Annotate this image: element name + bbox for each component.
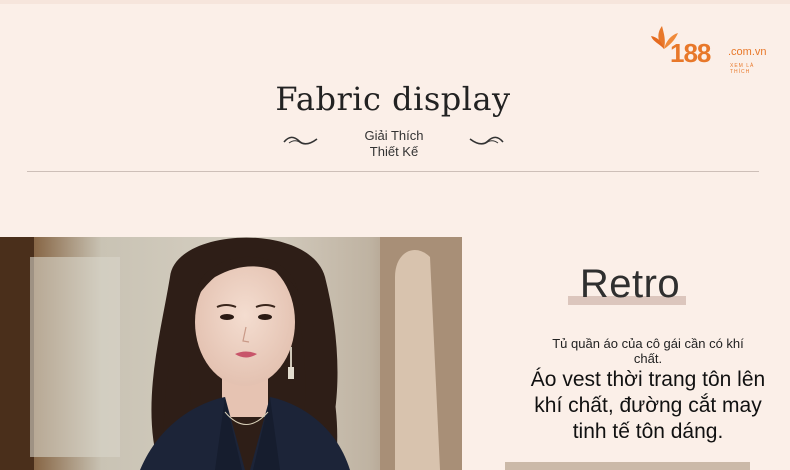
style-heading: Retro: [579, 262, 681, 306]
subtitle-line-1: Giải Thích: [364, 128, 424, 143]
next-image-edge: [505, 462, 750, 470]
ornament-swirl-left-icon: [283, 136, 318, 145]
header-divider: [27, 171, 759, 172]
brand-logo[interactable]: 188 .com.vn XEM LÀ THÍCH: [650, 22, 775, 75]
logo-number: 188: [670, 38, 711, 68]
top-edge-strip: [0, 0, 790, 4]
page-title: Fabric display: [275, 80, 511, 118]
section-subtitle: Giải Thích Thiết Kế: [346, 128, 442, 160]
ornament-swirl-right-icon: [469, 136, 504, 145]
model-illustration: [0, 237, 462, 470]
style-description: Áo vest thời trang tôn lên khí chất, đườ…: [530, 368, 766, 443]
product-photo: [0, 237, 462, 470]
subtitle-line-2: Thiết Kế: [369, 144, 419, 159]
logo-slogan: XEM LÀ THÍCH: [730, 63, 755, 75]
style-tagline: Tủ quần áo của cô gái cần có khí chất.: [552, 336, 744, 366]
logo-domain: .com.vn: [728, 46, 767, 58]
